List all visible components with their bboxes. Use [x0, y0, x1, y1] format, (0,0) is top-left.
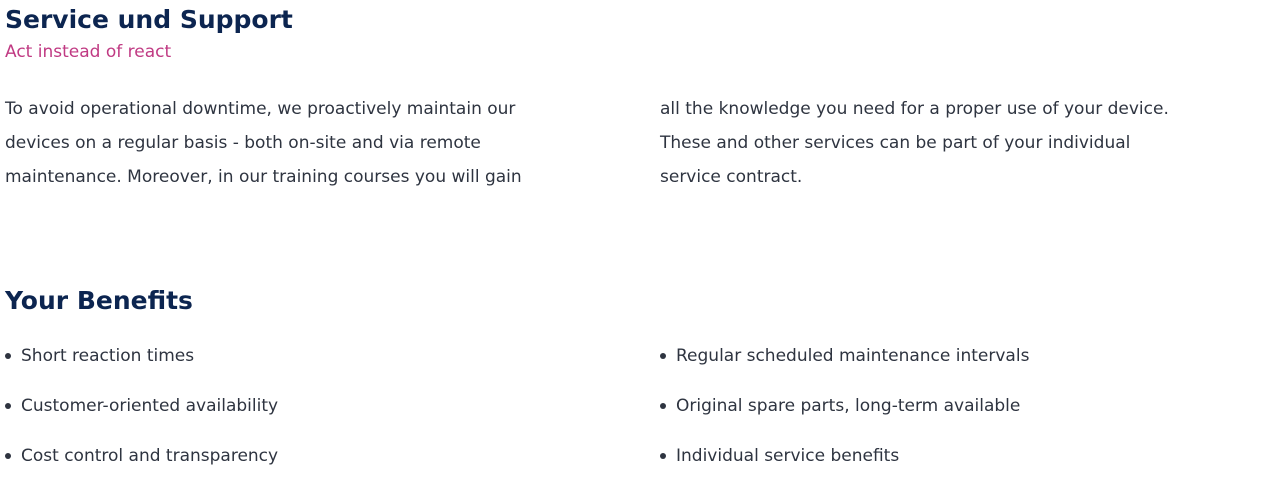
service-section-title: Service und Support: [5, 5, 293, 34]
bullet-dot-icon: [660, 403, 666, 409]
benefit-item: Regular scheduled maintenance intervals: [660, 343, 1029, 369]
benefit-item: Individual service benefits: [660, 443, 1029, 469]
intro-text-line: service contract.: [660, 167, 803, 187]
service-section-subtitle: Act instead of react: [5, 42, 172, 62]
bullet-dot-icon: [5, 403, 11, 409]
intro-text-line: To avoid operational downtime, we proact…: [5, 99, 516, 119]
benefit-label: Cost control and transparency: [21, 446, 279, 466]
bullet-dot-icon: [5, 353, 11, 359]
intro-text-line: maintenance. Moreover, in our training c…: [5, 167, 522, 187]
intro-text-line: all the knowledge you need for a proper …: [660, 99, 1169, 119]
intro-text-line: devices on a regular basis - both on-sit…: [5, 133, 481, 153]
benefit-label: Individual service benefits: [676, 446, 900, 466]
bullet-dot-icon: [5, 453, 11, 459]
intro-text-line: These and other services can be part of …: [660, 133, 1131, 153]
bullet-dot-icon: [660, 353, 666, 359]
benefits-list-left: Short reaction times Customer-oriented a…: [5, 343, 278, 493]
benefit-label: Short reaction times: [21, 346, 195, 366]
intro-paragraph-right-column: all the knowledge you need for a proper …: [660, 92, 1169, 194]
benefits-section-title: Your Benefits: [5, 286, 193, 315]
bullet-dot-icon: [660, 453, 666, 459]
benefit-label: Regular scheduled maintenance intervals: [676, 346, 1030, 366]
service-page: Service und Support Act instead of react…: [5, 0, 1275, 476]
benefit-label: Customer-oriented availability: [21, 396, 279, 416]
benefit-label: Original spare parts, long-term availabl…: [676, 396, 1021, 416]
benefit-item: Cost control and transparency: [5, 443, 278, 469]
benefits-list-right: Regular scheduled maintenance intervals …: [660, 343, 1029, 493]
benefit-item: Short reaction times: [5, 343, 278, 369]
benefit-item: Original spare parts, long-term availabl…: [660, 393, 1029, 419]
benefit-item: Customer-oriented availability: [5, 393, 278, 419]
intro-paragraph-left-column: To avoid operational downtime, we proact…: [5, 92, 522, 194]
